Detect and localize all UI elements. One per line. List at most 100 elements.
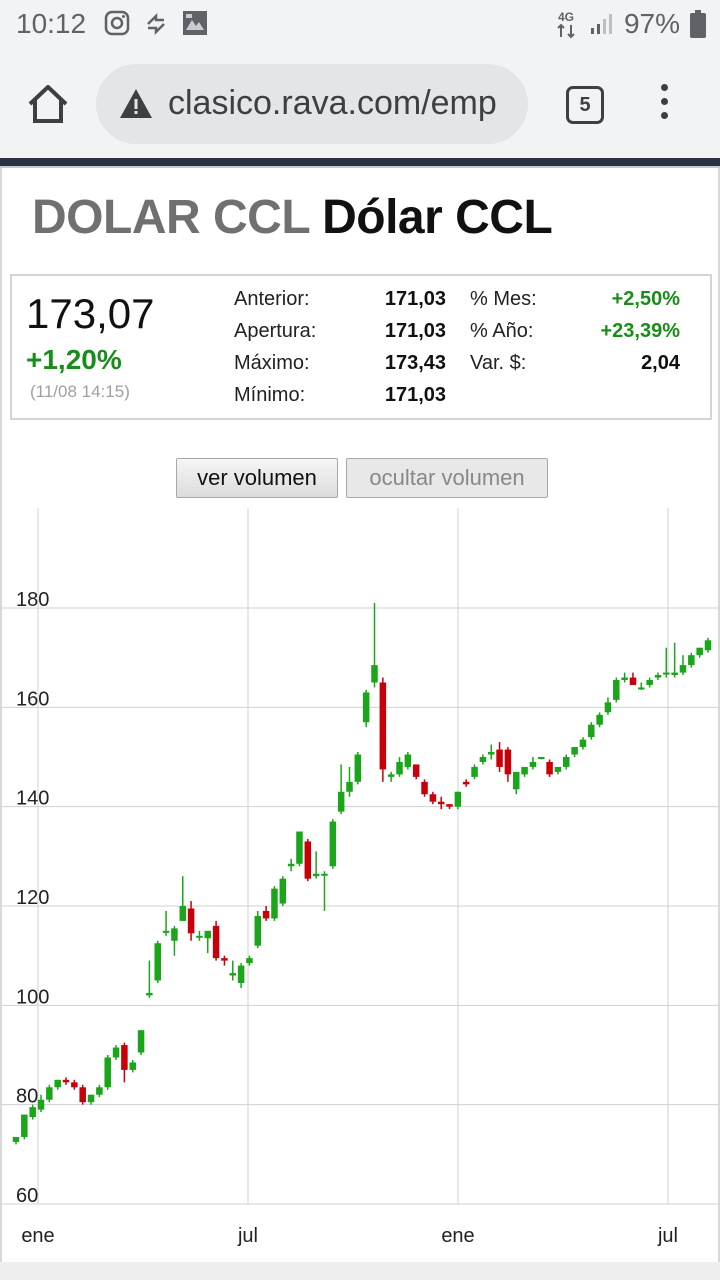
y-tick-label: 160 [16, 688, 49, 710]
candle-body [696, 647, 703, 656]
more-menu-icon[interactable] [654, 84, 674, 124]
candle-body [604, 702, 612, 713]
candle-body [688, 655, 695, 666]
stat-label-anio: % Año: [470, 320, 534, 342]
tab-switcher-button[interactable]: 5 [566, 86, 604, 124]
candle-body [146, 992, 153, 996]
candle-body [246, 958, 253, 964]
candle-body [21, 1114, 28, 1137]
candle-body [54, 1079, 61, 1088]
candle-body [279, 878, 287, 904]
candle-body [496, 749, 503, 767]
candle-body [412, 764, 420, 777]
signal-icon [590, 14, 612, 34]
candle-body [79, 1087, 86, 1103]
candle-body [312, 873, 320, 877]
toolbar-divider [0, 158, 720, 166]
candle-body [187, 908, 195, 934]
stat-value-minimo: 171,03 [384, 384, 446, 406]
candle-body [104, 1057, 111, 1088]
stat-label-minimo: Mínimo: [234, 384, 306, 406]
stat-label-maximo: Máximo: [234, 352, 310, 374]
candle-body [304, 841, 312, 879]
network-4g-icon: 4G [557, 10, 575, 39]
y-tick-label: 60 [16, 1185, 38, 1207]
candle-body [446, 804, 453, 807]
candle-body [354, 754, 362, 782]
candle-body [287, 863, 295, 867]
last-price: 173,07 [26, 290, 155, 337]
image-icon [183, 11, 207, 35]
candle-body [479, 757, 487, 762]
candle-body [254, 915, 262, 946]
candle-body [538, 757, 545, 759]
svg-text:4G: 4G [558, 10, 574, 24]
candle-body [337, 791, 345, 812]
candle-body [638, 687, 645, 690]
candle-body [487, 752, 495, 755]
candle-body [596, 714, 603, 725]
hide-volume-button[interactable]: ocultar volumen [346, 458, 548, 498]
show-volume-button[interactable]: ver volumen [176, 458, 338, 498]
candle-body [46, 1087, 53, 1100]
y-tick-label: 80 [16, 1086, 38, 1108]
ticker-code: DOLAR CCL [32, 191, 310, 244]
stat-value-mes: +2,50% [611, 288, 680, 310]
candle-body [563, 757, 570, 767]
page-bottom-strip [0, 1262, 720, 1280]
candle-body [671, 672, 678, 676]
stat-value-maximo: 173,43 [384, 352, 446, 374]
quote-timestamp: (11/08 14:15) [30, 382, 130, 401]
candle-body [62, 1079, 70, 1083]
candle-body [96, 1087, 103, 1095]
ticker-name: Dólar CCL [322, 191, 553, 244]
stat-label-apertura: Apertura: [234, 320, 317, 342]
candle-body [154, 943, 161, 981]
not-secure-warning-icon[interactable] [118, 86, 154, 122]
candle-body [462, 781, 470, 785]
status-time: 10:12 [16, 8, 87, 39]
candle-body [646, 680, 653, 685]
candle-body [504, 749, 512, 775]
candle-body [654, 675, 662, 678]
change-percent: +1,20% [26, 344, 122, 375]
candle-body [129, 1062, 136, 1070]
page-title: DOLAR CCL Dólar CCL [32, 190, 553, 245]
stat-value-var: 2,04 [641, 352, 680, 374]
stat-label-anterior: Anterior: [234, 288, 310, 310]
candle-body [454, 791, 462, 807]
instagram-icon [104, 10, 130, 36]
candle-body [621, 677, 628, 681]
candle-body [579, 739, 587, 748]
battery-percent: 97% [623, 8, 680, 39]
candle-body [296, 831, 303, 864]
y-tick-label: 100 [16, 986, 49, 1008]
stat-label-var: Var. $: [470, 352, 527, 374]
candle-body [212, 925, 220, 959]
x-tick-label: ene [441, 1225, 474, 1247]
address-bar[interactable]: clasico.rava.com/emp [96, 64, 528, 144]
candle-body [571, 747, 578, 755]
candle-body [329, 821, 337, 867]
candle-body [162, 930, 170, 933]
candle-body [546, 761, 553, 775]
url-text[interactable]: clasico.rava.com/emp [168, 84, 516, 123]
candle-body [229, 973, 237, 976]
battery-icon [690, 10, 706, 38]
page-content: DOLAR CCL Dólar CCL 173,07 +1,20% (11/08… [0, 168, 720, 1280]
y-tick-label: 180 [16, 589, 49, 611]
y-tick-label: 120 [16, 887, 49, 909]
home-icon[interactable] [26, 82, 70, 126]
candle-body [404, 754, 412, 767]
candle-body [196, 935, 203, 938]
candle-body [371, 665, 378, 683]
candle-body [87, 1094, 95, 1103]
candle-body [137, 1030, 145, 1053]
candle-body [37, 1099, 45, 1110]
price-candlestick-chart[interactable]: 180 160 140 120 100 80 60 ene jul ene jul [2, 508, 718, 1262]
candle-body [179, 906, 186, 921]
quote-summary: 173,07 +1,20% (11/08 14:15) Anterior: 17… [10, 274, 712, 420]
sync-icon [147, 12, 165, 36]
candle-body [396, 761, 403, 775]
candle-body [421, 781, 428, 795]
